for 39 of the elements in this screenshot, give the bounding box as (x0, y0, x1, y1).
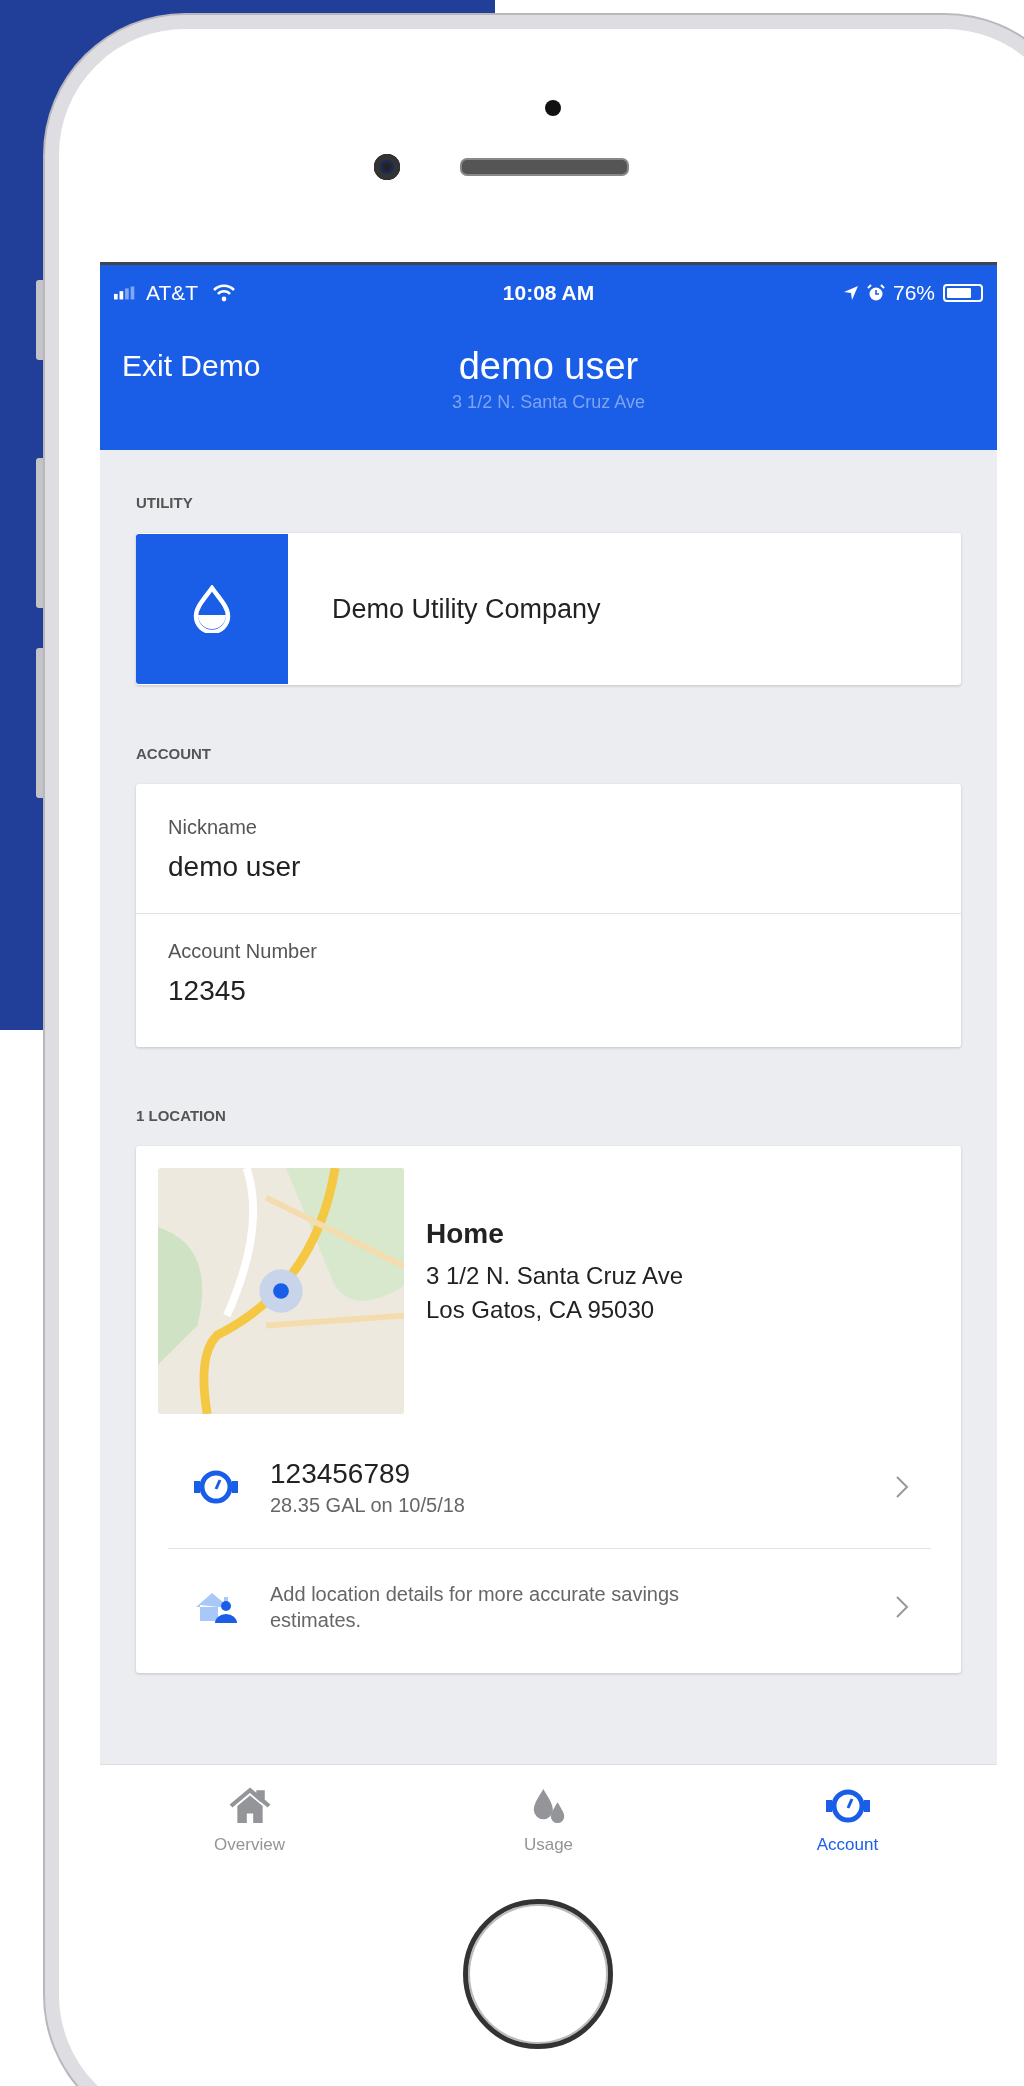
battery-icon (943, 284, 983, 302)
details-prompt: Add location details for more accurate savings estimates. (270, 1582, 681, 1633)
battery-percent: 76% (892, 281, 935, 305)
exit-demo-link[interactable]: Exit Demo (122, 349, 261, 383)
house-icon (227, 1787, 272, 1825)
address-line: Los Gatos, CA 95030 (426, 1296, 656, 1324)
camera-lens (374, 154, 400, 180)
wifi-icon (212, 284, 237, 302)
sensor-dot (545, 100, 561, 116)
section-heading: UTILITY (136, 494, 194, 511)
location-arrow-icon (842, 285, 859, 301)
field-value: 12345 (168, 975, 247, 1007)
section-heading: 1 LOCATION (136, 1107, 227, 1124)
water-drop-icon (192, 585, 232, 633)
utility-card[interactable]: Demo Utility Company (136, 533, 961, 685)
meter-gauge-icon (194, 1469, 238, 1505)
chevron-right-icon (895, 1595, 909, 1619)
carrier-name: AT&T (146, 281, 199, 305)
chevron-right-icon (895, 1475, 909, 1499)
tab-item[interactable]: Overview (149, 1787, 350, 1855)
alarm-clock-icon (866, 284, 885, 302)
tab-item[interactable]: Usage (448, 1787, 649, 1855)
list-row[interactable]: Add location details for more accurate savings estimates. (168, 1548, 931, 1665)
home-button[interactable] (463, 1899, 613, 2049)
meter-reading: 28.35 GAL on 10/5/18 (270, 1493, 466, 1517)
header-subtitle: 3 1/2 N. Santa Cruz Ave (452, 391, 645, 413)
utility-name: Demo Utility Company (332, 593, 601, 625)
location-name: Home (426, 1218, 505, 1250)
field-label: Nickname (168, 816, 258, 839)
list-row[interactable]: 123456789 28.35 GAL on 10/5/18 (168, 1426, 931, 1548)
section-heading: ACCOUNT (136, 745, 212, 762)
tab-item[interactable]: Account (747, 1787, 948, 1855)
status-time: 10:08 AM (502, 281, 595, 305)
address-line: 3 1/2 N. Santa Cruz Ave (426, 1262, 684, 1290)
meter-number: 123456789 (270, 1457, 412, 1490)
header-title: demo user (458, 344, 639, 388)
field-label: Account Number (168, 940, 318, 963)
meter-gauge-icon (825, 1787, 870, 1825)
field-value: demo user (168, 851, 302, 883)
